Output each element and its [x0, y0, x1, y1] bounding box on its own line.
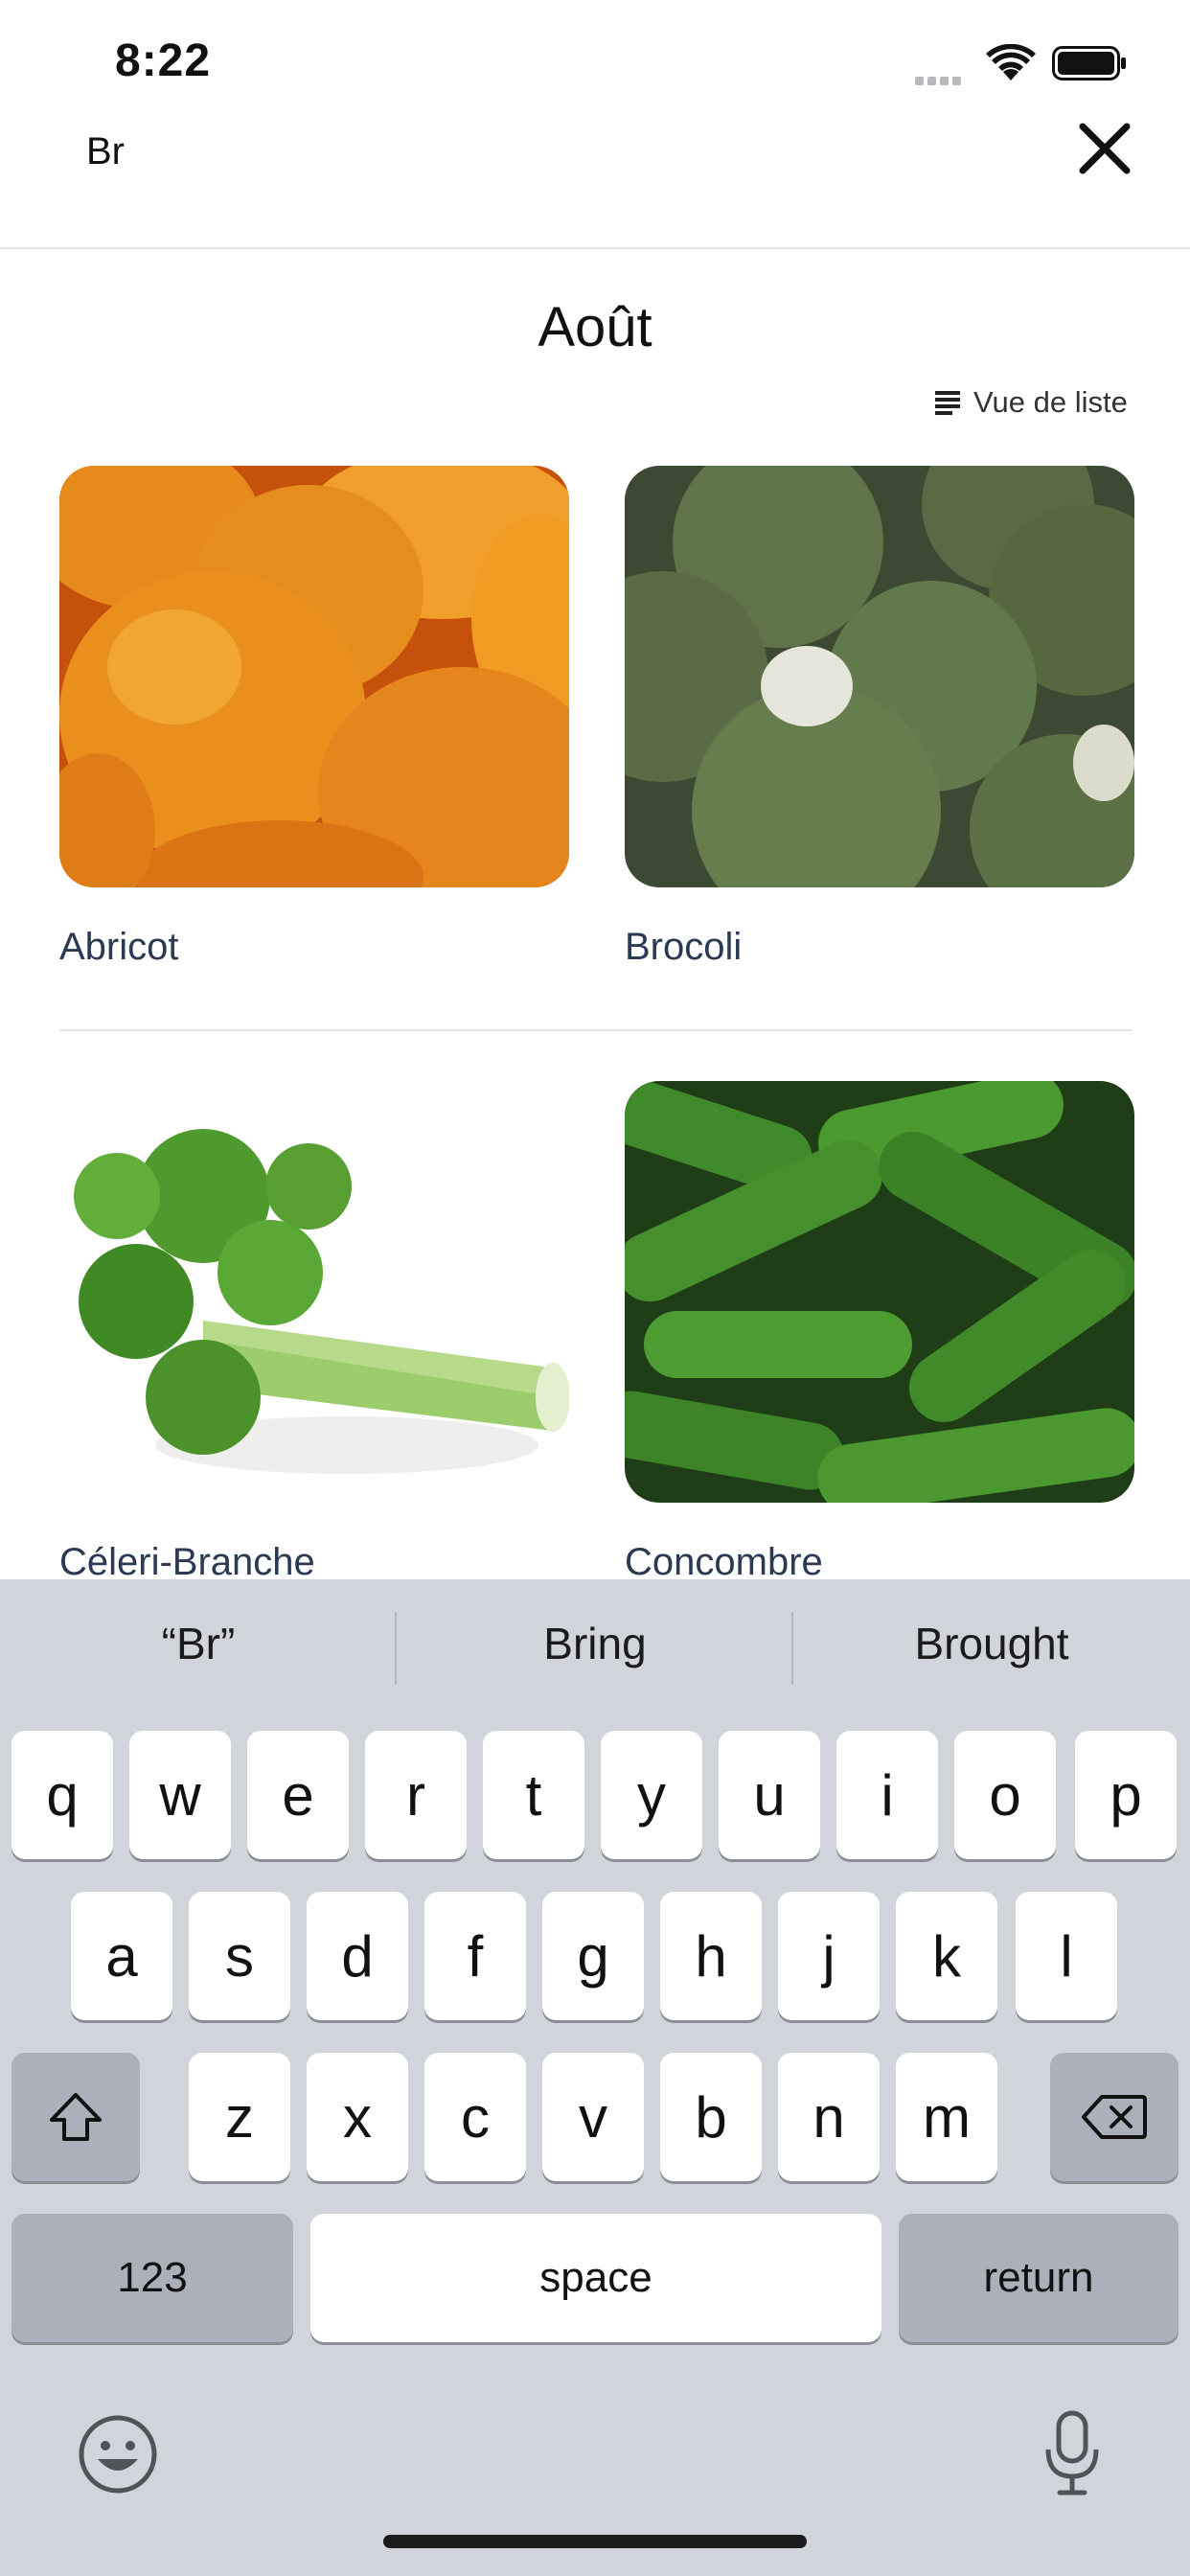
shift-icon: [50, 2093, 102, 2141]
item-card-brocoli[interactable]: Brocoli: [625, 466, 1134, 968]
key-w[interactable]: w: [129, 1731, 231, 1859]
item-name: Brocoli: [625, 926, 743, 968]
key-j[interactable]: j: [778, 1892, 880, 2020]
celery-image: [59, 1081, 569, 1503]
broccoli-image: [625, 466, 1134, 887]
page-title: Août: [538, 296, 652, 358]
key-f[interactable]: f: [424, 1892, 526, 2020]
emoji-icon[interactable]: [77, 2413, 159, 2496]
key-l[interactable]: l: [1016, 1892, 1117, 2020]
wifi-icon: [986, 44, 1036, 80]
key-k[interactable]: k: [896, 1892, 997, 2020]
item-name: Concombre: [625, 1541, 823, 1583]
key-g[interactable]: g: [542, 1892, 644, 2020]
cellular-signal-icon: [915, 73, 965, 90]
item-name: Céleri-Branche: [59, 1541, 315, 1583]
key-x[interactable]: x: [307, 2053, 408, 2181]
key-e[interactable]: e: [247, 1731, 349, 1859]
key-r[interactable]: r: [365, 1731, 467, 1859]
suggestion-bar: “Br” Bring Brought: [0, 1579, 1190, 1723]
key-i[interactable]: i: [836, 1731, 938, 1859]
item-card-concombre[interactable]: Concombre: [625, 1081, 1134, 1583]
suggestion-item[interactable]: Brought: [793, 1618, 1190, 1669]
return-key[interactable]: return: [899, 2214, 1179, 2342]
key-d[interactable]: d: [307, 1892, 408, 2020]
status-bar: 8:22: [0, 0, 1190, 125]
key-v[interactable]: v: [542, 2053, 644, 2181]
space-key[interactable]: space: [310, 2214, 881, 2342]
list-view-label: Vue de liste: [973, 385, 1128, 419]
delete-key[interactable]: [1050, 2053, 1179, 2181]
key-p[interactable]: p: [1075, 1731, 1177, 1859]
header-divider: [0, 247, 1190, 249]
microphone-icon[interactable]: [1042, 2409, 1102, 2497]
key-y[interactable]: y: [601, 1731, 702, 1859]
cucumber-image: [625, 1081, 1134, 1503]
key-b[interactable]: b: [660, 2053, 762, 2181]
key-q[interactable]: q: [11, 1731, 113, 1859]
key-c[interactable]: c: [424, 2053, 526, 2181]
backspace-icon: [1082, 2095, 1147, 2139]
key-u[interactable]: u: [719, 1731, 820, 1859]
row-divider: [59, 1029, 1133, 1031]
shift-key[interactable]: [11, 2053, 140, 2181]
key-m[interactable]: m: [896, 2053, 997, 2181]
search-input[interactable]: [86, 123, 949, 180]
key-n[interactable]: n: [778, 2053, 880, 2181]
list-view-button[interactable]: Vue de liste: [935, 385, 1128, 420]
key-h[interactable]: h: [660, 1892, 762, 2020]
item-card-celeri-branche[interactable]: Céleri-Branche: [59, 1081, 569, 1583]
home-indicator: [383, 2535, 807, 2548]
item-name: Abricot: [59, 926, 179, 968]
numbers-key[interactable]: 123: [11, 2214, 293, 2342]
key-t[interactable]: t: [483, 1731, 584, 1859]
suggestion-item[interactable]: “Br”: [0, 1618, 397, 1669]
list-icon: [935, 391, 960, 415]
key-s[interactable]: s: [189, 1892, 290, 2020]
key-z[interactable]: z: [189, 2053, 290, 2181]
key-o[interactable]: o: [954, 1731, 1056, 1859]
status-time: 8:22: [115, 35, 212, 86]
battery-icon: [1052, 46, 1126, 80]
key-a[interactable]: a: [71, 1892, 172, 2020]
apricot-image: [59, 466, 569, 887]
suggestion-item[interactable]: Bring: [397, 1618, 793, 1669]
item-card-abricot[interactable]: Abricot: [59, 466, 569, 968]
close-icon[interactable]: [1075, 119, 1134, 178]
